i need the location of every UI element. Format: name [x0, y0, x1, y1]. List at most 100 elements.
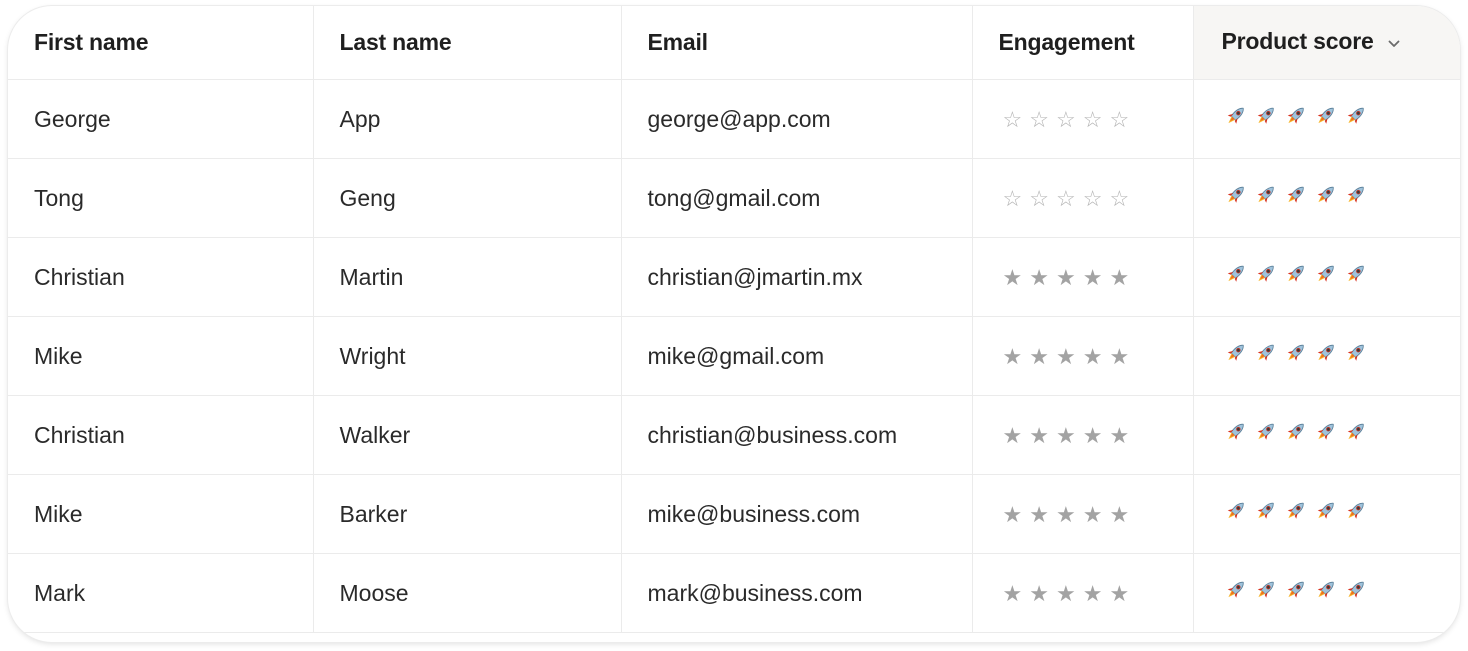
table-row[interactable]: Mike Barker mike@business.com ★ ★ ★ ★ ★ [8, 474, 1460, 554]
table-row[interactable]: Mark Moose mark@business.com ★ ★ ★ ★ ★ [8, 553, 1460, 633]
star-outline-icon[interactable]: ☆ [1056, 187, 1076, 210]
engagement-rating[interactable]: ★ ★ ★ ★ ★ [1003, 345, 1130, 368]
cell-first-name[interactable]: Christian [8, 395, 314, 475]
engagement-rating[interactable]: ★ ★ ★ ★ ★ [1003, 424, 1130, 447]
product-score-rating[interactable] [1222, 183, 1369, 207]
product-score-rating[interactable] [1222, 262, 1369, 286]
star-outline-icon[interactable]: ☆ [1003, 108, 1023, 131]
product-score-rating[interactable] [1222, 420, 1369, 444]
rocket-icon[interactable] [1222, 183, 1249, 207]
rocket-icon[interactable] [1282, 341, 1309, 365]
column-header-email[interactable]: Email [621, 6, 973, 80]
engagement-rating[interactable]: ★ ★ ★ ★ ★ [1003, 582, 1130, 605]
cell-engagement[interactable]: ★ ★ ★ ★ ★ [972, 553, 1194, 633]
rocket-icon[interactable] [1252, 104, 1279, 128]
rocket-icon[interactable] [1342, 499, 1369, 523]
cell-email[interactable]: tong@gmail.com [621, 158, 973, 238]
cell-email[interactable]: christian@business.com [621, 395, 973, 475]
chevron-down-icon[interactable] [1388, 27, 1400, 54]
engagement-rating[interactable]: ☆ ☆ ☆ ☆ ☆ [1003, 187, 1130, 210]
star-filled-icon[interactable]: ★ [1109, 345, 1129, 368]
cell-last-name[interactable]: Geng [313, 158, 622, 238]
rocket-icon[interactable] [1312, 183, 1339, 207]
cell-email[interactable]: mike@gmail.com [621, 316, 973, 396]
star-filled-icon[interactable]: ★ [1109, 582, 1129, 605]
cell-email[interactable]: christian@jmartin.mx [621, 237, 973, 317]
cell-last-name[interactable]: Wright [313, 316, 622, 396]
cell-first-name[interactable]: Mike [8, 474, 314, 554]
cell-last-name[interactable]: Martin [313, 237, 622, 317]
engagement-rating[interactable]: ★ ★ ★ ★ ★ [1003, 266, 1130, 289]
column-header-first-name[interactable]: First name [8, 6, 314, 80]
cell-first-name[interactable]: George [8, 79, 314, 159]
rocket-icon[interactable] [1282, 499, 1309, 523]
star-filled-icon[interactable]: ★ [1029, 503, 1049, 526]
rocket-icon[interactable] [1252, 341, 1279, 365]
cell-last-name[interactable]: Walker [313, 395, 622, 475]
star-filled-icon[interactable]: ★ [1029, 266, 1049, 289]
star-filled-icon[interactable]: ★ [1056, 503, 1076, 526]
engagement-rating[interactable]: ☆ ☆ ☆ ☆ ☆ [1003, 108, 1130, 131]
star-filled-icon[interactable]: ★ [1109, 424, 1129, 447]
rocket-icon[interactable] [1222, 104, 1249, 128]
cell-last-name[interactable]: Barker [313, 474, 622, 554]
star-outline-icon[interactable]: ☆ [1029, 108, 1049, 131]
star-filled-icon[interactable]: ★ [1029, 345, 1049, 368]
rocket-icon[interactable] [1342, 420, 1369, 444]
table-row[interactable]: Mike Wright mike@gmail.com ★ ★ ★ ★ ★ [8, 316, 1460, 396]
table-row[interactable]: George App george@app.com ☆ ☆ ☆ ☆ ☆ [8, 79, 1460, 159]
cell-last-name[interactable]: Moose [313, 553, 622, 633]
cell-product-score[interactable] [1193, 237, 1460, 317]
rocket-icon[interactable] [1252, 262, 1279, 286]
product-score-rating[interactable] [1222, 499, 1369, 523]
rocket-icon[interactable] [1222, 578, 1249, 602]
rocket-icon[interactable] [1312, 104, 1339, 128]
rocket-icon[interactable] [1282, 104, 1309, 128]
star-filled-icon[interactable]: ★ [1083, 582, 1103, 605]
cell-first-name[interactable]: Christian [8, 237, 314, 317]
rocket-icon[interactable] [1252, 578, 1279, 602]
column-header-engagement[interactable]: Engagement [972, 6, 1194, 80]
rocket-icon[interactable] [1312, 578, 1339, 602]
rocket-icon[interactable] [1222, 420, 1249, 444]
star-filled-icon[interactable]: ★ [1083, 424, 1103, 447]
cell-product-score[interactable] [1193, 79, 1460, 159]
rocket-icon[interactable] [1312, 262, 1339, 286]
rocket-icon[interactable] [1342, 262, 1369, 286]
cell-product-score[interactable] [1193, 553, 1460, 633]
cell-engagement[interactable]: ★ ★ ★ ★ ★ [972, 395, 1194, 475]
column-header-last-name[interactable]: Last name [313, 6, 622, 80]
star-filled-icon[interactable]: ★ [1029, 582, 1049, 605]
cell-product-score[interactable] [1193, 395, 1460, 475]
star-outline-icon[interactable]: ☆ [1029, 187, 1049, 210]
column-header-product-score[interactable]: Product score [1193, 6, 1460, 80]
rocket-icon[interactable] [1282, 578, 1309, 602]
product-score-rating[interactable] [1222, 341, 1369, 365]
star-filled-icon[interactable]: ★ [1003, 424, 1023, 447]
rocket-icon[interactable] [1252, 499, 1279, 523]
rocket-icon[interactable] [1252, 420, 1279, 444]
rocket-icon[interactable] [1342, 183, 1369, 207]
rocket-icon[interactable] [1282, 262, 1309, 286]
star-outline-icon[interactable]: ☆ [1056, 108, 1076, 131]
cell-first-name[interactable]: Mike [8, 316, 314, 396]
star-filled-icon[interactable]: ★ [1083, 503, 1103, 526]
rocket-icon[interactable] [1222, 262, 1249, 286]
star-filled-icon[interactable]: ★ [1003, 345, 1023, 368]
star-outline-icon[interactable]: ☆ [1083, 108, 1103, 131]
star-filled-icon[interactable]: ★ [1056, 345, 1076, 368]
product-score-rating[interactable] [1222, 578, 1369, 602]
star-outline-icon[interactable]: ☆ [1109, 187, 1129, 210]
star-filled-icon[interactable]: ★ [1029, 424, 1049, 447]
star-filled-icon[interactable]: ★ [1003, 266, 1023, 289]
star-filled-icon[interactable]: ★ [1083, 266, 1103, 289]
rocket-icon[interactable] [1342, 341, 1369, 365]
rocket-icon[interactable] [1252, 183, 1279, 207]
rocket-icon[interactable] [1222, 341, 1249, 365]
engagement-rating[interactable]: ★ ★ ★ ★ ★ [1003, 503, 1130, 526]
cell-last-name[interactable]: App [313, 79, 622, 159]
star-filled-icon[interactable]: ★ [1056, 424, 1076, 447]
cell-product-score[interactable] [1193, 316, 1460, 396]
star-filled-icon[interactable]: ★ [1083, 345, 1103, 368]
star-filled-icon[interactable]: ★ [1056, 582, 1076, 605]
